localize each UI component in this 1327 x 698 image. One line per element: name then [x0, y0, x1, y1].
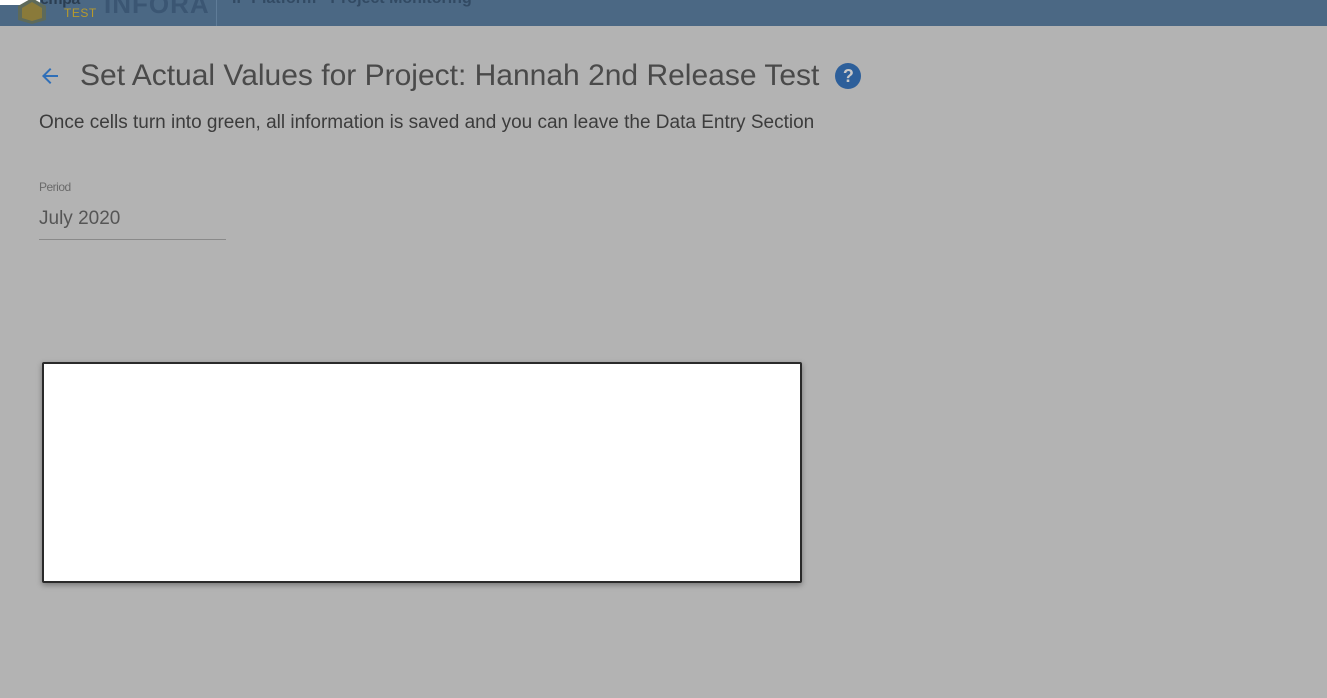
logo-wordmark: INFORA — [104, 0, 210, 19]
period-label: Period — [39, 180, 71, 194]
arrow-left-icon[interactable] — [38, 64, 62, 88]
help-circle-icon[interactable]: ? — [835, 63, 862, 89]
app-logo[interactable]: empa INFORA TEST — [0, 0, 210, 26]
page-title: Set Actual Values for Project: Hannah 2n… — [80, 59, 820, 92]
logo-environment-tag: TEST — [64, 6, 97, 20]
loading-dialog — [42, 362, 802, 583]
app-title: IP Platform - Project Monitoring — [232, 0, 472, 8]
period-value: July 2020 — [39, 208, 121, 229]
appbar-divider — [216, 0, 217, 26]
app-bar: empa INFORA TEST IP Platform - Project M… — [0, 0, 1327, 26]
page-subtitle: Once cells turn into green, all informat… — [39, 112, 815, 133]
help-glyph: ? — [842, 65, 854, 86]
page-header: Set Actual Values for Project: Hannah 2n… — [38, 56, 862, 96]
period-select[interactable]: July 2020 — [39, 206, 226, 240]
